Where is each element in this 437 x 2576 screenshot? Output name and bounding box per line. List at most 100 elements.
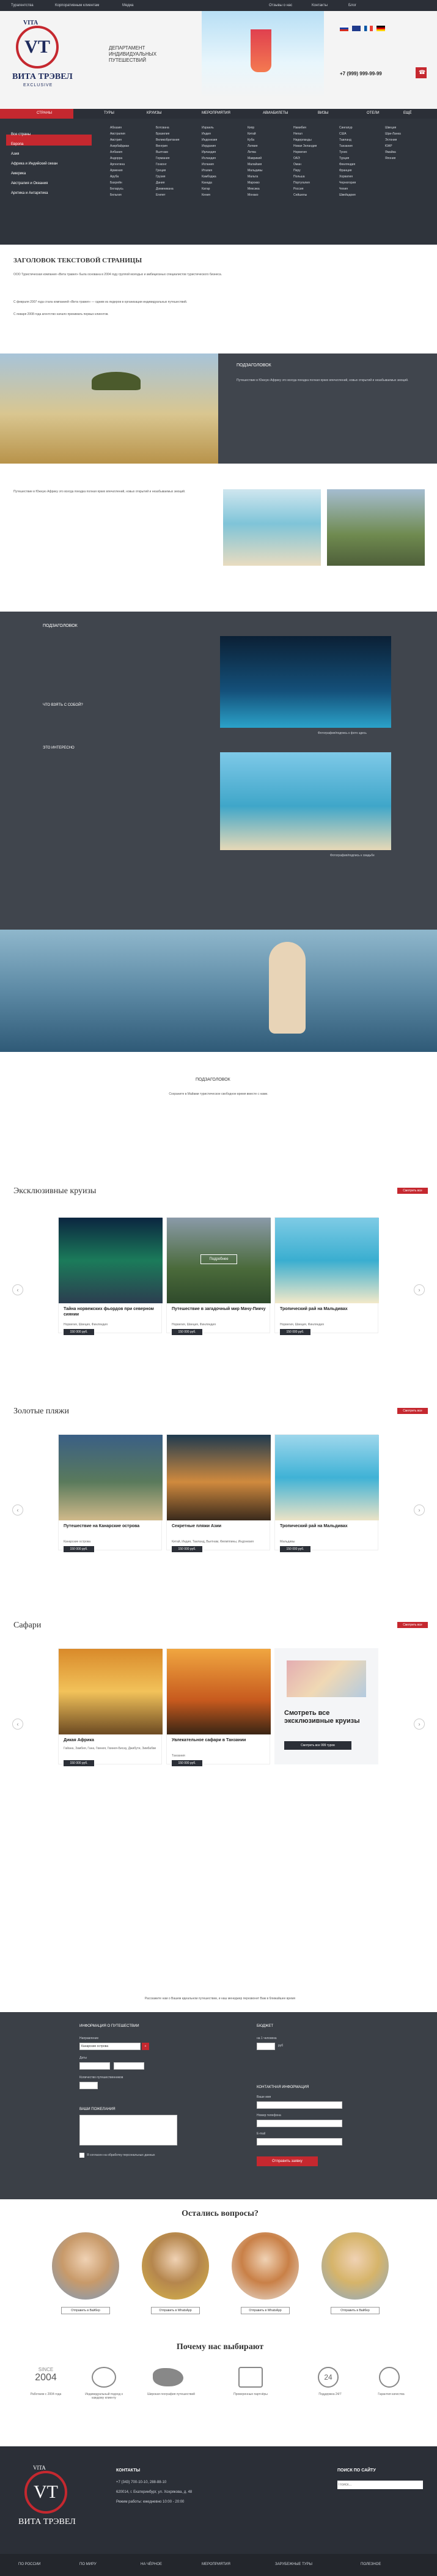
country-link[interactable]: США	[339, 131, 356, 137]
contact-button[interactable]: Отправить в Вайбер	[61, 2307, 110, 2314]
country-link[interactable]: Латвия	[248, 143, 263, 149]
country-link[interactable]: Ирландия	[202, 149, 217, 155]
country-link[interactable]: Армения	[110, 168, 129, 174]
country-link[interactable]: Египет	[156, 192, 179, 198]
country-link[interactable]: Андорра	[110, 155, 129, 161]
topbar-link[interactable]: Контакты	[312, 4, 328, 7]
country-link[interactable]: Тунис	[339, 149, 356, 155]
tour-card[interactable]: Тропический рай на Мальдивах Мальдивы 15…	[274, 1434, 379, 1552]
country-link[interactable]: Грузия	[156, 174, 179, 180]
nav-item-more[interactable]: ЕЩЁ	[403, 111, 412, 115]
topbar-link[interactable]: Турагентства	[11, 4, 34, 7]
topbar-link[interactable]: Медиа	[122, 4, 133, 7]
nav-item-cruises[interactable]: КРУИЗЫ	[147, 111, 161, 115]
country-link[interactable]: Китай	[248, 131, 263, 137]
country-link[interactable]: Куба	[248, 137, 263, 143]
add-destination-button[interactable]: +	[142, 2043, 149, 2050]
nav-item-hotels[interactable]: ОТЕЛИ	[367, 111, 380, 115]
topbar-link[interactable]: Корпоративным клиентам	[55, 4, 99, 7]
flag-de-icon[interactable]	[376, 26, 385, 31]
nav-item-countries[interactable]: СТРАНЫ	[37, 111, 52, 115]
country-link[interactable]: Мальдивы	[248, 168, 263, 174]
contact-button[interactable]: Отправить в Вайбер	[331, 2307, 380, 2314]
country-link[interactable]: Индонезия	[202, 137, 217, 143]
country-link[interactable]: Маврикий	[248, 155, 263, 161]
prev-arrow[interactable]: ‹	[12, 1505, 23, 1516]
country-link[interactable]: ОАЭ	[293, 155, 317, 161]
tour-card[interactable]: Увлекательное сафари в Танзании Танзания…	[166, 1648, 271, 1766]
country-link[interactable]: Мексика	[248, 186, 263, 192]
tour-card[interactable]: Секретные пляжи Азии Китай, Индия, Таила…	[166, 1434, 271, 1552]
country-link[interactable]: Норвегия	[293, 149, 317, 155]
footer-link[interactable]: ПО РОССИИ	[18, 2563, 40, 2566]
footer-link[interactable]: ПО МИРУ	[79, 2563, 97, 2566]
region-item[interactable]: Америка	[11, 169, 97, 179]
country-link[interactable]: Черногория	[339, 180, 356, 186]
country-link[interactable]: Азербайджан	[110, 143, 129, 149]
footer-link[interactable]: МЕРОПРИЯТИЯ	[202, 2563, 230, 2566]
country-link[interactable]: Польша	[293, 174, 317, 180]
country-link[interactable]: Литва	[248, 149, 263, 155]
nav-item-flights[interactable]: АВИАБИЛЕТЫ	[263, 111, 288, 115]
header-phone[interactable]: +7 (999) 999-99-99	[340, 71, 382, 76]
country-link[interactable]: Бельгия	[110, 192, 129, 198]
phone-input[interactable]	[257, 2120, 342, 2127]
country-link[interactable]: Перу	[293, 168, 317, 174]
country-link[interactable]: Бахрейн	[110, 180, 129, 186]
date-from-input[interactable]	[79, 2062, 110, 2070]
region-item[interactable]: Арктика и Антарктика	[11, 188, 97, 198]
people-stepper[interactable]	[79, 2082, 98, 2089]
nav-item-events[interactable]: МЕРОПРИЯТИЯ	[202, 111, 230, 115]
country-link[interactable]: Россия	[293, 186, 317, 192]
wishes-textarea[interactable]	[79, 2115, 177, 2145]
logo[interactable]: VITA VT ВИТА ТРЭВЕЛ EXCLUSIVE	[11, 20, 78, 93]
country-link[interactable]: Швеция	[385, 125, 401, 131]
country-link[interactable]: Марокко	[248, 180, 263, 186]
country-link[interactable]: Танзания	[339, 143, 356, 149]
prev-arrow[interactable]: ‹	[12, 1719, 23, 1730]
country-link[interactable]: Венгрия	[156, 143, 179, 149]
country-link[interactable]: Израиль	[202, 125, 217, 131]
flag-fr-icon[interactable]	[364, 26, 373, 31]
flag-ru-icon[interactable]	[340, 26, 348, 31]
topbar-link[interactable]: Блог	[348, 4, 356, 7]
country-link[interactable]: Бразилия	[156, 131, 179, 137]
country-link[interactable]: Ямайка	[385, 149, 401, 155]
region-item[interactable]: Европа	[11, 139, 97, 149]
country-link[interactable]: Исландия	[202, 155, 217, 161]
country-link[interactable]: Португалия	[293, 180, 317, 186]
view-all-beaches-button[interactable]: Смотреть все	[397, 1408, 428, 1414]
tour-card[interactable]: Тропический рай на Мальдивах Норвегия, Ш…	[274, 1217, 379, 1335]
tour-card[interactable]: Тайна норвежских фьордов при северном си…	[58, 1217, 163, 1335]
country-link[interactable]: Эстония	[385, 137, 401, 143]
callback-button[interactable]: ☎	[416, 67, 427, 78]
country-link[interactable]: Доминикана	[156, 186, 179, 192]
nav-item-tours[interactable]: ТУРЫ	[104, 111, 114, 115]
flag-en-icon[interactable]	[352, 26, 361, 31]
country-link[interactable]: Индия	[202, 131, 217, 137]
country-link[interactable]: Австрия	[110, 137, 129, 143]
footer-link[interactable]: ПОЛЕЗНОЕ	[361, 2563, 381, 2566]
country-link[interactable]: Сейшелы	[293, 192, 317, 198]
footer-phone[interactable]: +7 (343) 700-10-10, 288-88-10	[116, 2481, 166, 2484]
country-link[interactable]: Таиланд	[339, 137, 356, 143]
country-link[interactable]: Кения	[202, 192, 217, 198]
country-link[interactable]: Австралия	[110, 131, 129, 137]
country-link[interactable]: Новая Зеландия	[293, 143, 317, 149]
country-link[interactable]: Хорватия	[339, 174, 356, 180]
next-arrow[interactable]: ›	[414, 1505, 425, 1516]
tour-card[interactable]: Дикая Африка Гайана, Замбия, Гана, Гвине…	[58, 1648, 163, 1766]
topbar-link[interactable]: Отзывы о нас	[269, 4, 292, 7]
country-link[interactable]: Аргентина	[110, 161, 129, 168]
view-all-cruises-button[interactable]: Смотреть все	[397, 1188, 428, 1194]
country-link[interactable]: Швейцария	[339, 192, 356, 198]
footer-link[interactable]: НА ЧЁРНОЕ	[141, 2563, 162, 2566]
language-flags[interactable]	[340, 26, 395, 32]
region-item[interactable]: Австралия и Океания	[11, 179, 97, 188]
email-field[interactable]	[257, 2138, 342, 2145]
country-link[interactable]: Аруба	[110, 174, 129, 180]
country-link[interactable]: Албания	[110, 149, 129, 155]
country-link[interactable]: Вьетнам	[156, 149, 179, 155]
country-link[interactable]: Беларусь	[110, 186, 129, 192]
country-link[interactable]: Италия	[202, 168, 217, 174]
